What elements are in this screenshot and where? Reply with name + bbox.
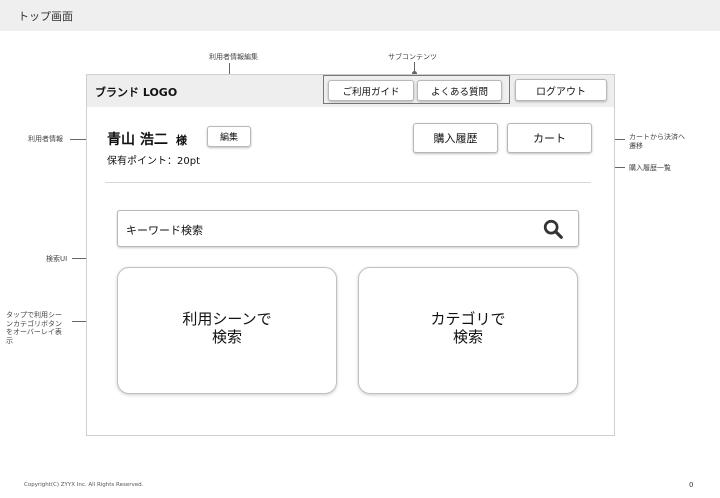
page-number: 0 bbox=[689, 481, 694, 489]
annotation-overlay-line3: をオーバーレイ表 bbox=[6, 328, 62, 336]
logout-button[interactable]: ログアウト bbox=[515, 79, 607, 101]
annotation-search-ui: 検索UI bbox=[46, 255, 68, 263]
search-by-category-card[interactable]: カテゴリで 検索 bbox=[358, 267, 578, 394]
page-title-bar: トップ画面 bbox=[0, 0, 720, 31]
annotation-overlay-note: タップで利用シー ンカテゴリボタン をオーバーレイ表 示 bbox=[6, 311, 62, 345]
card-label: 利用シーンで 検索 bbox=[118, 310, 336, 346]
annotation-cart-note: カートから決済へ 遷移 bbox=[629, 133, 685, 150]
annotation-user-edit: 利用者情報編集 bbox=[209, 53, 258, 61]
copyright: Copyright(C) ZYYX Inc. All Rights Reserv… bbox=[24, 482, 144, 488]
search-icon[interactable] bbox=[542, 218, 564, 240]
app-header: ブランド LOGO ご利用ガイド よくある質問 ログアウト bbox=[87, 75, 614, 107]
card-label-line1: 利用シーンで bbox=[182, 310, 272, 328]
edit-profile-button[interactable]: 編集 bbox=[207, 126, 251, 147]
card-label-line1: カテゴリで bbox=[430, 310, 506, 328]
screen-frame: ブランド LOGO ご利用ガイド よくある質問 ログアウト 青山 浩二 様 保有… bbox=[86, 74, 615, 436]
annotation-cart-line2: 遷移 bbox=[629, 141, 643, 150]
page-title: トップ画面 bbox=[18, 10, 73, 23]
sub-content-nav: ご利用ガイド よくある質問 bbox=[323, 75, 510, 104]
purchase-history-button[interactable]: 購入履歴 bbox=[413, 123, 498, 153]
annotation-sub-contents: サブコンテンツ bbox=[388, 53, 437, 61]
card-label-line2: 検索 bbox=[211, 328, 242, 346]
user-name-suffix: 様 bbox=[176, 134, 187, 147]
annotation-overlay-line4: 示 bbox=[6, 336, 13, 345]
keyword-search-box[interactable]: キーワード検索 bbox=[117, 210, 579, 247]
divider bbox=[105, 182, 591, 183]
search-by-scene-card[interactable]: 利用シーンで 検索 bbox=[117, 267, 337, 394]
points-balance: 保有ポイント：20pt bbox=[107, 156, 200, 167]
search-input-label[interactable]: キーワード検索 bbox=[126, 222, 203, 238]
cart-button[interactable]: カート bbox=[507, 123, 592, 153]
annotation-overlay-line1: タップで利用シー bbox=[6, 311, 62, 319]
annotation-user-info: 利用者情報 bbox=[28, 135, 63, 143]
faq-button[interactable]: よくある質問 bbox=[417, 80, 502, 101]
guide-button[interactable]: ご利用ガイド bbox=[328, 80, 414, 101]
annotation-history-list: 購入履歴一覧 bbox=[629, 164, 671, 172]
card-label-line2: 検索 bbox=[452, 328, 483, 346]
card-label: カテゴリで 検索 bbox=[359, 310, 577, 346]
annotation-overlay-line2: ンカテゴリボタン bbox=[6, 319, 62, 328]
user-name: 青山 浩二 bbox=[107, 132, 168, 148]
annotation-cart-line1: カートから決済へ bbox=[629, 133, 685, 141]
brand-logo: ブランド LOGO bbox=[95, 86, 178, 99]
